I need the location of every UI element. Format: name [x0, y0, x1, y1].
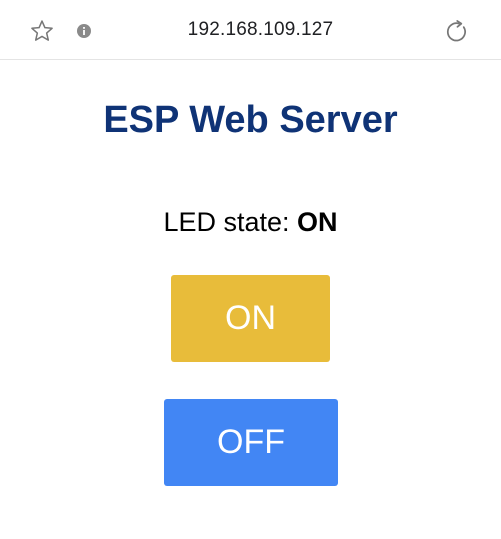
off-button[interactable]: OFF — [164, 399, 338, 486]
led-state-text: LED state: ON — [0, 207, 501, 238]
page-title: ESP Web Server — [103, 99, 398, 141]
star-icon[interactable] — [28, 17, 56, 45]
reload-icon[interactable] — [442, 17, 472, 47]
info-icon[interactable] — [76, 23, 92, 39]
url-field[interactable]: 192.168.109.127 — [110, 19, 411, 41]
page-content: ESP Web Server LED state: ON ON OFF — [0, 61, 501, 539]
led-state-value: ON — [297, 207, 338, 237]
led-state-label: LED state: — [163, 207, 298, 237]
browser-address-bar: 192.168.109.127 — [0, 0, 501, 60]
on-button[interactable]: ON — [171, 275, 330, 362]
